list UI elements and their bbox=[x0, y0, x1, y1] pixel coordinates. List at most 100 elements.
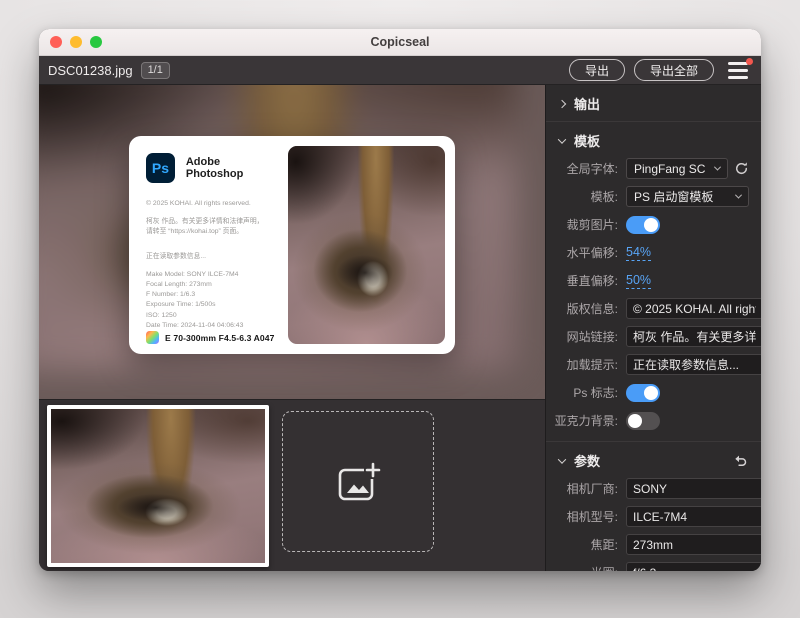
crop-image-toggle[interactable] bbox=[626, 216, 660, 234]
refresh-fonts-button[interactable] bbox=[734, 161, 749, 176]
vertical-offset-label: 垂直偏移: bbox=[546, 272, 626, 289]
camera-model-row: 相机型号: bbox=[546, 506, 749, 527]
acrylic-bg-toggle[interactable] bbox=[626, 412, 660, 430]
acrylic-bg-label: 亚克力背景: bbox=[546, 412, 626, 429]
acrylic-bg-row: 亚克力背景: bbox=[546, 410, 749, 431]
copyright-label: 版权信息: bbox=[546, 300, 626, 317]
watermark-loading-text: 正在读取参数信息... bbox=[146, 250, 277, 260]
loading-tip-label: 加载提示: bbox=[546, 356, 626, 373]
lens-info-row: E 70-300mm F4.5-6.3 A047 bbox=[146, 331, 277, 344]
undo-icon bbox=[733, 454, 748, 467]
focal-length-row: 焦距: bbox=[546, 534, 749, 555]
site-link-input[interactable] bbox=[626, 326, 761, 347]
watermark-app-title: Adobe Photoshop bbox=[186, 156, 277, 180]
lens-name: E 70-300mm F4.5-6.3 A047 bbox=[165, 333, 275, 343]
chevron-right-icon bbox=[558, 99, 566, 107]
image-plus-icon bbox=[334, 460, 382, 504]
crop-image-row: 裁剪图片: bbox=[546, 214, 749, 235]
horizontal-offset-value[interactable]: 54% bbox=[626, 245, 651, 261]
site-link-row: 网站链接: bbox=[546, 326, 749, 347]
exif-line: Exposure Time: 1/500s bbox=[146, 300, 277, 310]
hamburger-menu-button[interactable] bbox=[728, 62, 749, 79]
section-output[interactable]: 输出 bbox=[546, 85, 761, 121]
ps-logo-label: Ps 标志: bbox=[546, 384, 626, 401]
section-params-label: 参数 bbox=[574, 451, 600, 470]
refresh-icon bbox=[734, 161, 749, 176]
template-select-row: 模板: PS 启动窗模板 bbox=[546, 186, 749, 207]
photoshop-logo-icon: Ps bbox=[146, 153, 175, 183]
global-font-select[interactable]: PingFang SC bbox=[626, 158, 728, 179]
camera-model-input[interactable] bbox=[626, 506, 761, 527]
vertical-offset-row: 垂直偏移: 50% bbox=[546, 270, 749, 291]
page-counter-badge: 1/1 bbox=[141, 62, 170, 79]
watermark-card-photo bbox=[288, 146, 445, 344]
chevron-down-icon bbox=[558, 455, 566, 463]
watermark-site-line2: 请转至 “https://kohai.top” 页面。 bbox=[146, 227, 277, 237]
watermark-exif-block: Make Model: SONY ILCE-7M4 Focal Length: … bbox=[146, 270, 277, 331]
vertical-offset-value[interactable]: 50% bbox=[626, 273, 651, 289]
chevron-down-icon bbox=[735, 192, 742, 199]
section-params[interactable]: 参数 bbox=[546, 442, 761, 478]
preview-canvas[interactable]: Ps Adobe Photoshop © 2025 KOHAI. All rig… bbox=[39, 85, 545, 399]
ps-logo-row: Ps 标志: bbox=[546, 382, 749, 403]
loading-tip-input[interactable] bbox=[626, 354, 761, 375]
toggle-knob bbox=[628, 414, 642, 428]
export-all-button[interactable]: 导出全部 bbox=[634, 59, 714, 81]
horizontal-offset-label: 水平偏移: bbox=[546, 244, 626, 261]
export-button[interactable]: 导出 bbox=[569, 59, 625, 81]
aperture-label: 光圈: bbox=[546, 564, 626, 571]
horizontal-offset-row: 水平偏移: 54% bbox=[546, 242, 749, 263]
exif-line: Focal Length: 273mm bbox=[146, 280, 277, 290]
toolbar: DSC01238.jpg 1/1 导出 导出全部 bbox=[39, 56, 761, 85]
aperture-row: 光圈: bbox=[546, 562, 749, 571]
titlebar: Copicseal bbox=[39, 29, 761, 56]
watermark-site-line1: 柯灰 作品。有关更多详情和法律声明， bbox=[146, 217, 277, 227]
global-font-value: PingFang SC bbox=[634, 162, 715, 176]
add-image-button[interactable] bbox=[282, 411, 434, 552]
meerkat-photo bbox=[288, 146, 445, 344]
filmstrip bbox=[39, 399, 545, 571]
lens-gradient-icon bbox=[146, 331, 159, 344]
copyright-row: 版权信息: bbox=[546, 298, 749, 319]
toggle-knob bbox=[644, 386, 658, 400]
exif-line: Date Time: 2024-11-04 04:06:43 bbox=[146, 321, 277, 331]
loading-tip-row: 加载提示: bbox=[546, 354, 749, 375]
ps-logo-toggle[interactable] bbox=[626, 384, 660, 402]
notification-dot bbox=[746, 58, 753, 65]
chevron-down-icon bbox=[558, 135, 566, 143]
section-output-label: 输出 bbox=[574, 94, 600, 113]
photo-thumbnail-selected[interactable] bbox=[47, 405, 269, 567]
hamburger-bar bbox=[728, 62, 748, 65]
chevron-down-icon bbox=[714, 164, 721, 171]
reset-params-button[interactable] bbox=[733, 454, 748, 467]
camera-maker-label: 相机厂商: bbox=[546, 480, 626, 497]
crop-image-label: 裁剪图片: bbox=[546, 216, 626, 233]
current-filename: DSC01238.jpg bbox=[48, 63, 133, 78]
global-font-label: 全局字体: bbox=[546, 160, 626, 177]
watermark-copyright: © 2025 KOHAI. All rights reserved. bbox=[146, 199, 277, 209]
exif-line: F Number: 1/6.3 bbox=[146, 290, 277, 300]
template-select[interactable]: PS 启动窗模板 bbox=[626, 186, 749, 207]
hamburger-bar bbox=[728, 69, 748, 72]
watermark-card-text-column: Ps Adobe Photoshop © 2025 KOHAI. All rig… bbox=[139, 146, 281, 344]
section-template[interactable]: 模板 bbox=[546, 122, 761, 158]
aperture-input[interactable] bbox=[626, 562, 761, 571]
watermark-card[interactable]: Ps Adobe Photoshop © 2025 KOHAI. All rig… bbox=[129, 136, 455, 354]
toggle-knob bbox=[644, 218, 658, 232]
focal-length-input[interactable] bbox=[626, 534, 761, 555]
exif-line: Make Model: SONY ILCE-7M4 bbox=[146, 270, 277, 280]
exif-line: ISO: 1250 bbox=[146, 311, 277, 321]
watermark-site-text: 柯灰 作品。有关更多详情和法律声明， 请转至 “https://kohai.to… bbox=[146, 217, 277, 237]
camera-maker-input[interactable] bbox=[626, 478, 761, 499]
window-title: Copicseal bbox=[39, 35, 761, 49]
camera-model-label: 相机型号: bbox=[546, 508, 626, 525]
camera-maker-row: 相机厂商: bbox=[546, 478, 749, 499]
section-template-label: 模板 bbox=[574, 131, 600, 150]
settings-sidebar: 输出 模板 全局字体: PingFang SC bbox=[545, 85, 761, 571]
global-font-row: 全局字体: PingFang SC bbox=[546, 158, 749, 179]
focal-length-label: 焦距: bbox=[546, 536, 626, 553]
hamburger-bar bbox=[728, 76, 748, 79]
app-window: Copicseal DSC01238.jpg 1/1 导出 导出全部 Ps bbox=[39, 29, 761, 571]
copyright-input[interactable] bbox=[626, 298, 761, 319]
template-value: PS 启动窗模板 bbox=[634, 188, 736, 205]
